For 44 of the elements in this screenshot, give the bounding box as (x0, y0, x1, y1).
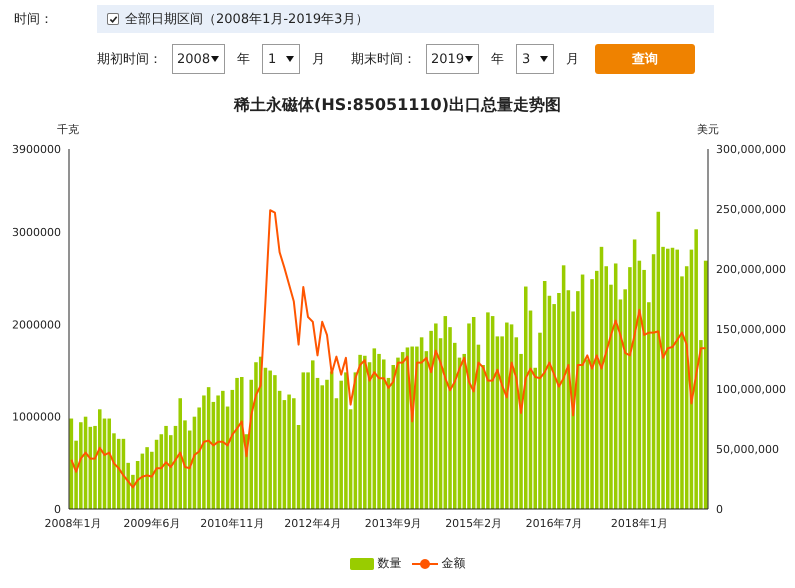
legend-label[interactable]: 金额 (442, 555, 466, 572)
axis-label: 2013年9月 (364, 517, 422, 530)
axis-label: 3000000 (12, 226, 61, 240)
period-label: 期初时间： (97, 51, 162, 68)
month-select[interactable]: 3 (516, 44, 554, 74)
axis-label: 200,000,000 (716, 263, 786, 276)
axis-label: 3900000 (12, 143, 61, 156)
chart-title: 稀土永磁体(HS:85051110)出口总量走势图 (232, 95, 562, 116)
year-unit: 年 (491, 51, 504, 68)
year-unit: 年 (237, 51, 250, 68)
year-select[interactable]: 2008 (172, 44, 225, 74)
dropdown-arrow-icon (540, 56, 548, 62)
month-unit: 月 (312, 51, 325, 68)
filter-label: 时间： (13, 11, 54, 28)
legend-bar-icon (350, 558, 374, 570)
axis-label: 2012年4月 (284, 517, 342, 530)
checkbox-label: 全部日期区间（2008年1月-2019年3月） (125, 11, 368, 28)
axis-label: 2018年1月 (610, 517, 668, 530)
dropdown-arrow-icon (211, 56, 219, 62)
year-select[interactable]: 2019 (426, 44, 479, 74)
axis-label: 2010年11月 (200, 517, 264, 530)
dropdown-arrow-icon (465, 56, 473, 62)
period-label: 期末时间： (351, 51, 416, 68)
axis-label: 0 (54, 503, 61, 516)
y-axis-unit: 千克 (57, 123, 79, 136)
axis-label: 100,000,000 (716, 383, 786, 396)
axis-label: 2008年1月 (44, 517, 102, 530)
month-select[interactable]: 1 (262, 44, 300, 74)
dropdown-arrow-icon (286, 56, 294, 62)
axis-label: 1000000 (12, 410, 61, 424)
axis-label: 300,000,000 (716, 143, 786, 156)
legend-label[interactable]: 数量 (378, 555, 402, 572)
axis-label: 50,000,000 (716, 443, 779, 456)
axis-label: 0 (716, 503, 723, 516)
axis-label: 150,000,000 (716, 323, 786, 336)
legend-line-icon (412, 558, 438, 570)
axis-label: 250,000,000 (716, 203, 786, 216)
axis-label: 2000000 (12, 318, 61, 332)
month-unit: 月 (566, 51, 579, 68)
axis-label: 2016年7月 (526, 517, 583, 530)
y2-axis-unit: 美元 (697, 123, 719, 136)
checkbox[interactable] (107, 13, 119, 25)
axis-label: 2015年2月 (445, 517, 502, 530)
axis-label: 2009年6月 (123, 517, 180, 530)
